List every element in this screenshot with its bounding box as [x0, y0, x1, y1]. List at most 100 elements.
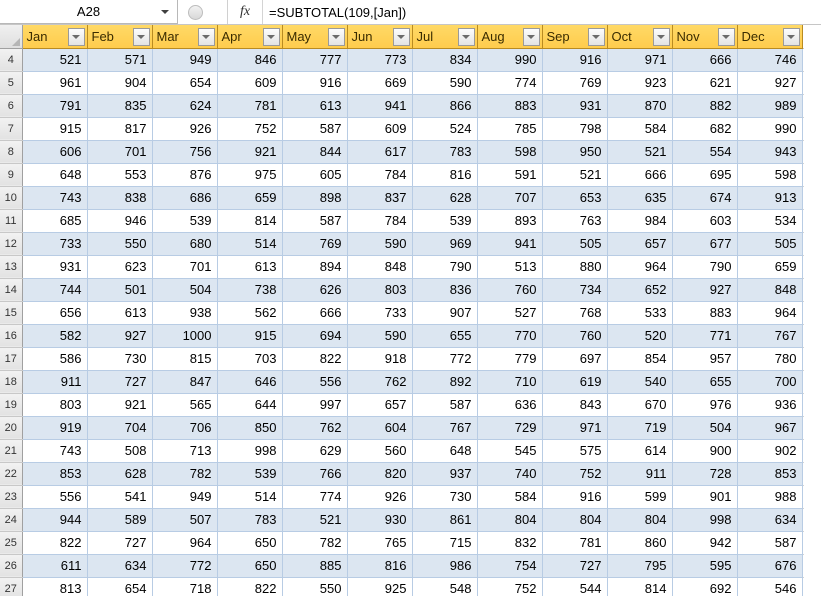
row-header-16[interactable]: 16 — [0, 324, 23, 348]
cell-dec-24[interactable]: 634 — [737, 508, 803, 532]
cell-jul-7[interactable]: 524 — [412, 117, 478, 141]
cell-nov-18[interactable]: 655 — [672, 370, 738, 394]
cell-sep-5[interactable]: 769 — [542, 71, 608, 95]
cell-apr-16[interactable]: 915 — [217, 324, 283, 348]
cell-sep-6[interactable]: 931 — [542, 94, 608, 118]
cell-nov-17[interactable]: 957 — [672, 347, 738, 371]
cell-may-23[interactable]: 774 — [282, 485, 348, 509]
cell-may-18[interactable]: 556 — [282, 370, 348, 394]
cell-apr-19[interactable]: 644 — [217, 393, 283, 417]
cell-aug-24[interactable]: 804 — [477, 508, 543, 532]
cell-jun-24[interactable]: 930 — [347, 508, 413, 532]
cell-apr-12[interactable]: 514 — [217, 232, 283, 256]
cell-oct-11[interactable]: 984 — [607, 209, 673, 233]
row-header-17[interactable]: 17 — [0, 347, 23, 371]
cell-jun-4[interactable]: 773 — [347, 48, 413, 72]
cell-aug-22[interactable]: 740 — [477, 462, 543, 486]
cell-dec-27[interactable]: 546 — [737, 577, 803, 596]
cell-apr-10[interactable]: 659 — [217, 186, 283, 210]
cell-sep-14[interactable]: 734 — [542, 278, 608, 302]
cell-jan-11[interactable]: 685 — [22, 209, 88, 233]
cell-mar-5[interactable]: 654 — [152, 71, 218, 95]
cell-mar-6[interactable]: 624 — [152, 94, 218, 118]
cell-jun-19[interactable]: 657 — [347, 393, 413, 417]
cell-jul-4[interactable]: 834 — [412, 48, 478, 72]
cell-feb-7[interactable]: 817 — [87, 117, 153, 141]
cell-apr-25[interactable]: 650 — [217, 531, 283, 555]
cell-sep-17[interactable]: 697 — [542, 347, 608, 371]
cell-may-25[interactable]: 782 — [282, 531, 348, 555]
column-header-dec[interactable]: Dec — [737, 25, 803, 49]
row-header-23[interactable]: 23 — [0, 485, 23, 509]
cell-nov-14[interactable]: 927 — [672, 278, 738, 302]
cell-may-19[interactable]: 997 — [282, 393, 348, 417]
cell-apr-26[interactable]: 650 — [217, 554, 283, 578]
cell-nov-10[interactable]: 674 — [672, 186, 738, 210]
filter-dropdown-nov[interactable] — [717, 28, 735, 46]
cell-nov-19[interactable]: 976 — [672, 393, 738, 417]
row-header-11[interactable]: 11 — [0, 209, 23, 233]
filter-dropdown-jan[interactable] — [67, 28, 85, 46]
cell-nov-23[interactable]: 901 — [672, 485, 738, 509]
row-header-14[interactable]: 14 — [0, 278, 23, 302]
cell-mar-16[interactable]: 1000 — [152, 324, 218, 348]
filter-dropdown-mar[interactable] — [197, 28, 215, 46]
cell-nov-20[interactable]: 504 — [672, 416, 738, 440]
cell-mar-10[interactable]: 686 — [152, 186, 218, 210]
column-header-apr[interactable]: Apr — [217, 25, 283, 49]
filter-dropdown-oct[interactable] — [652, 28, 670, 46]
cell-dec-15[interactable]: 964 — [737, 301, 803, 325]
cell-oct-14[interactable]: 652 — [607, 278, 673, 302]
cell-oct-16[interactable]: 520 — [607, 324, 673, 348]
cell-sep-9[interactable]: 521 — [542, 163, 608, 187]
cell-dec-18[interactable]: 700 — [737, 370, 803, 394]
cell-jan-10[interactable]: 743 — [22, 186, 88, 210]
cell-jun-12[interactable]: 590 — [347, 232, 413, 256]
cell-sep-16[interactable]: 760 — [542, 324, 608, 348]
filter-dropdown-jun[interactable] — [392, 28, 410, 46]
cell-oct-17[interactable]: 854 — [607, 347, 673, 371]
cell-mar-9[interactable]: 876 — [152, 163, 218, 187]
cell-mar-19[interactable]: 565 — [152, 393, 218, 417]
cell-feb-23[interactable]: 541 — [87, 485, 153, 509]
filter-dropdown-sep[interactable] — [587, 28, 605, 46]
cell-sep-8[interactable]: 950 — [542, 140, 608, 164]
cell-aug-12[interactable]: 941 — [477, 232, 543, 256]
cell-jul-11[interactable]: 539 — [412, 209, 478, 233]
insert-function-round-icon[interactable] — [188, 4, 203, 20]
cell-jun-17[interactable]: 918 — [347, 347, 413, 371]
cell-jun-10[interactable]: 837 — [347, 186, 413, 210]
cell-aug-14[interactable]: 760 — [477, 278, 543, 302]
cell-jul-15[interactable]: 907 — [412, 301, 478, 325]
cell-jan-23[interactable]: 556 — [22, 485, 88, 509]
cell-jan-25[interactable]: 822 — [22, 531, 88, 555]
cell-apr-18[interactable]: 646 — [217, 370, 283, 394]
cell-apr-21[interactable]: 998 — [217, 439, 283, 463]
column-header-aug[interactable]: Aug — [477, 25, 543, 49]
cell-feb-10[interactable]: 838 — [87, 186, 153, 210]
cell-jan-26[interactable]: 611 — [22, 554, 88, 578]
row-header-6[interactable]: 6 — [0, 94, 23, 118]
cell-oct-22[interactable]: 911 — [607, 462, 673, 486]
cell-mar-12[interactable]: 680 — [152, 232, 218, 256]
cell-nov-24[interactable]: 998 — [672, 508, 738, 532]
cell-feb-26[interactable]: 634 — [87, 554, 153, 578]
row-header-24[interactable]: 24 — [0, 508, 23, 532]
cell-nov-16[interactable]: 771 — [672, 324, 738, 348]
cell-feb-6[interactable]: 835 — [87, 94, 153, 118]
cell-jan-8[interactable]: 606 — [22, 140, 88, 164]
cell-jun-27[interactable]: 925 — [347, 577, 413, 596]
cell-sep-7[interactable]: 798 — [542, 117, 608, 141]
cell-feb-27[interactable]: 654 — [87, 577, 153, 596]
cell-jun-11[interactable]: 784 — [347, 209, 413, 233]
cell-oct-6[interactable]: 870 — [607, 94, 673, 118]
cell-oct-12[interactable]: 657 — [607, 232, 673, 256]
cell-sep-13[interactable]: 880 — [542, 255, 608, 279]
cell-jan-12[interactable]: 733 — [22, 232, 88, 256]
cell-apr-13[interactable]: 613 — [217, 255, 283, 279]
cell-jan-13[interactable]: 931 — [22, 255, 88, 279]
cell-jun-6[interactable]: 941 — [347, 94, 413, 118]
cell-jun-13[interactable]: 848 — [347, 255, 413, 279]
cell-sep-10[interactable]: 653 — [542, 186, 608, 210]
cell-apr-20[interactable]: 850 — [217, 416, 283, 440]
